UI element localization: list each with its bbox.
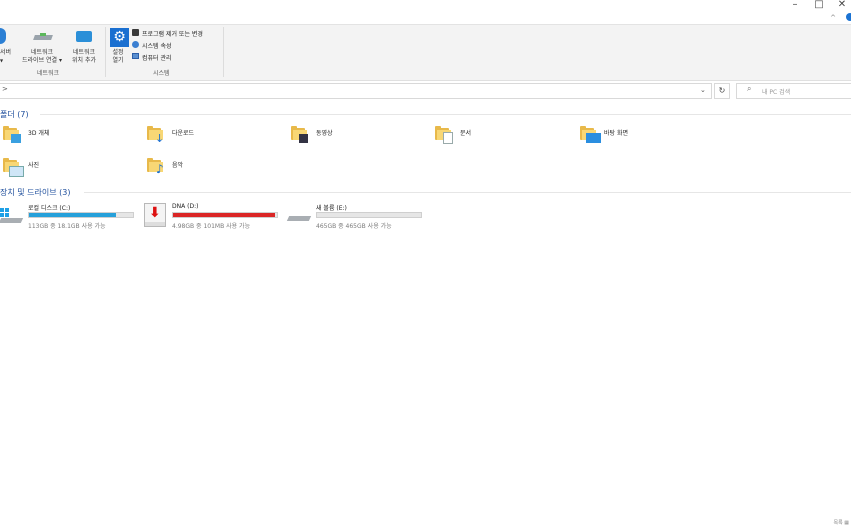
address-dropdown-icon[interactable]: ⌄: [700, 86, 706, 94]
folder-label: 음악: [172, 162, 184, 169]
drive-usage-text: 465GB 중 465GB 사용 가능: [316, 223, 392, 230]
section-divider: [84, 192, 851, 193]
folder-label: 동영상: [316, 130, 333, 137]
help-icon[interactable]: [846, 13, 851, 21]
ribbon-separator: [105, 27, 106, 77]
address-bar[interactable]: > ⌄: [0, 83, 712, 99]
drive-usage-bar: [28, 212, 134, 218]
section-divider: [40, 114, 851, 115]
folders-section-header[interactable]: 폴더 (7): [0, 109, 29, 120]
folder-icon: [3, 158, 24, 177]
drive-usage-text: 113GB 중 18.1GB 사용 가능: [28, 223, 106, 230]
folder-icon: [580, 126, 601, 143]
system-group-label: 시스템: [153, 70, 170, 77]
map-network-drive-button[interactable]: 네트워크 드라이브 연결 ▾: [18, 49, 66, 65]
computer-management-button[interactable]: 컴퓨터 관리: [142, 53, 172, 62]
folder-label: 바탕 화면: [604, 130, 628, 137]
drives-section-header[interactable]: 장치 및 드라이브 (3): [0, 187, 70, 198]
breadcrumb-chevron-icon[interactable]: >: [2, 85, 8, 93]
network-group-label: 네트워크: [37, 70, 60, 77]
drive-label: DNA (D:): [172, 203, 199, 210]
folder-icon: [291, 126, 308, 143]
drive-usage-bar: [172, 212, 278, 218]
folder-label: 다운로드: [172, 130, 195, 137]
add-network-location-button[interactable]: 네트워크 위치 추가: [66, 49, 102, 65]
drive-usage-text: 4.98GB 중 101MB 사용 가능: [172, 223, 251, 230]
drive-usage-fill: [29, 213, 117, 217]
add-network-location-icon[interactable]: [76, 31, 92, 42]
settings-gear-icon[interactable]: ⚙: [110, 28, 129, 47]
uninstall-program-button[interactable]: 프로그램 제거 또는 변경: [142, 29, 203, 38]
maximize-button[interactable]: □: [808, 0, 830, 14]
folder-label: 문서: [460, 130, 472, 137]
ribbon-separator: [223, 27, 224, 77]
map-network-drive-icon[interactable]: [33, 33, 53, 41]
folder-label: 3D 개체: [28, 130, 50, 137]
folder-icon: ♪: [147, 158, 164, 175]
drive-usage-fill: [173, 213, 275, 217]
search-icon: ⌕: [747, 84, 752, 93]
drive-e-icon[interactable]: [286, 214, 312, 224]
ribbon-collapse-icon[interactable]: ^: [830, 14, 836, 22]
search-input[interactable]: ⌕ 내 PC 검색: [736, 83, 851, 99]
minimize-button[interactable]: –: [784, 0, 806, 14]
computer-management-icon: [132, 53, 139, 59]
system-properties-button[interactable]: 시스템 속성: [142, 41, 172, 50]
view-toggle[interactable]: 목록 ▦: [833, 519, 849, 526]
server-label[interactable]: 서버 ▼: [0, 49, 11, 65]
refresh-button[interactable]: ↻: [714, 83, 730, 99]
folder-icon: ↓: [147, 126, 164, 144]
drive-label: 로컬 디스크 (C:): [28, 205, 71, 212]
folder-icon: [435, 126, 453, 144]
drive-c-icon[interactable]: [0, 208, 24, 226]
drive-label: 새 볼륨 (E:): [316, 205, 347, 212]
drive-usage-bar: [316, 212, 422, 218]
folder-icon: [3, 126, 21, 143]
system-properties-icon: [132, 41, 139, 48]
open-settings-button[interactable]: 설정 열기: [108, 49, 128, 65]
folder-label: 사진: [28, 162, 40, 169]
drive-d-icon[interactable]: ⬇: [144, 203, 166, 227]
uninstall-program-icon: [132, 29, 139, 36]
close-button[interactable]: ✕: [831, 0, 851, 14]
search-placeholder: 내 PC 검색: [762, 89, 791, 96]
